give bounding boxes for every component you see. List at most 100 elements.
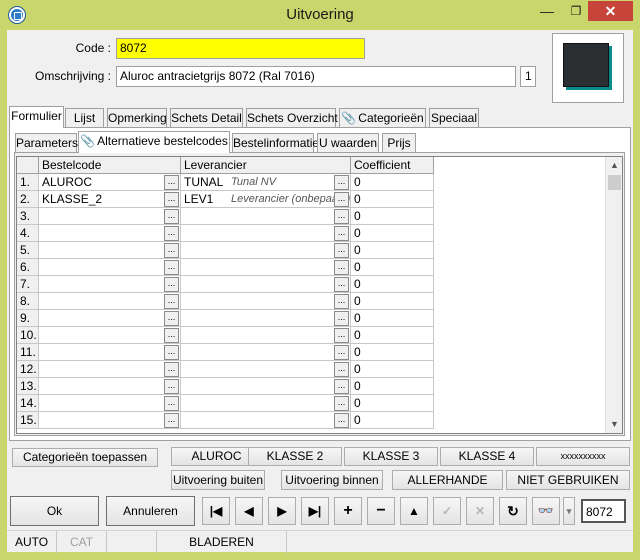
category-klasse4-button[interactable]: KLASSE 4 — [440, 447, 534, 466]
coefficient-cell[interactable]: 0 — [351, 259, 434, 276]
last-record-icon[interactable]: ▶| — [301, 497, 329, 525]
leverancier-cell[interactable] — [181, 395, 351, 412]
coefficient-cell[interactable]: 0 — [351, 191, 434, 208]
bestelcode-cell[interactable] — [39, 293, 181, 310]
coefficient-cell[interactable]: 0 — [351, 378, 434, 395]
record-search-input[interactable]: 8072 — [581, 499, 626, 523]
bestelcode-lookup-button[interactable]: ... — [164, 345, 179, 360]
category-niet-gebruiken-button[interactable]: NIET GEBRUIKEN — [506, 470, 630, 490]
leverancier-lookup-button[interactable]: ... — [334, 413, 349, 428]
bestelcode-cell[interactable] — [39, 344, 181, 361]
tab-formulier[interactable]: Formulier — [9, 106, 64, 128]
category-xxxx-button[interactable]: xxxxxxxxxx — [536, 447, 630, 466]
bestelcode-lookup-button[interactable]: ... — [164, 413, 179, 428]
coefficient-cell[interactable]: 0 — [351, 344, 434, 361]
leverancier-cell[interactable] — [181, 310, 351, 327]
subtab-alternatieve-bestelcodes[interactable]: 📎 Alternatieve bestelcodes — [78, 131, 230, 153]
bestelcode-cell[interactable] — [39, 412, 181, 429]
bestelcode-cell[interactable] — [39, 225, 181, 242]
column-header-coefficient[interactable]: Coefficient — [351, 157, 434, 174]
subtab-bestelinformatie[interactable]: Bestelinformatie — [232, 133, 319, 153]
post-record-icon[interactable]: ✓ — [433, 497, 461, 525]
bestelcode-cell[interactable] — [39, 208, 181, 225]
leverancier-cell[interactable] — [181, 327, 351, 344]
leverancier-lookup-button[interactable]: ... — [334, 345, 349, 360]
apply-categories-button[interactable]: Categorieën toepassen — [12, 448, 158, 467]
bestelcode-lookup-button[interactable]: ... — [164, 328, 179, 343]
subtab-parameters[interactable]: Parameters — [15, 133, 78, 153]
tab-speciaal[interactable]: Speciaal — [429, 108, 479, 128]
tab-categorieen[interactable]: 📎 Categorieën — [339, 108, 426, 128]
scroll-down-icon[interactable]: ▼ — [606, 416, 622, 433]
bestelcode-lookup-button[interactable]: ... — [164, 243, 179, 258]
search-dropdown-icon[interactable]: ▾ — [563, 497, 575, 525]
cancel-button[interactable]: Annuleren — [106, 496, 195, 526]
leverancier-cell[interactable] — [181, 208, 351, 225]
refresh-icon[interactable]: ↻ — [499, 497, 527, 525]
leverancier-cell[interactable]: LEV1 Leverancier (onbepaald) — [181, 191, 351, 208]
bestelcode-lookup-button[interactable]: ... — [164, 396, 179, 411]
maximize-button[interactable]: ❐ — [562, 1, 590, 21]
next-record-icon[interactable]: ▶ — [268, 497, 296, 525]
vertical-scrollbar[interactable]: ▲ ▼ — [605, 157, 622, 433]
scroll-thumb[interactable] — [608, 175, 621, 190]
category-klasse2-button[interactable]: KLASSE 2 — [248, 447, 342, 466]
leverancier-cell[interactable] — [181, 378, 351, 395]
bestelcode-cell[interactable] — [39, 327, 181, 344]
subtab-prijs[interactable]: Prijs — [382, 133, 416, 153]
tab-schets-detail[interactable]: Schets Detail — [170, 108, 243, 128]
leverancier-cell[interactable] — [181, 412, 351, 429]
coefficient-cell[interactable]: 0 — [351, 225, 434, 242]
bestelcode-lookup-button[interactable]: ... — [164, 192, 179, 207]
bestelcode-lookup-button[interactable]: ... — [164, 209, 179, 224]
bestelcode-lookup-button[interactable]: ... — [164, 260, 179, 275]
bestelcode-lookup-button[interactable]: ... — [164, 277, 179, 292]
category-allerhande-button[interactable]: ALLERHANDE — [392, 470, 503, 490]
leverancier-lookup-button[interactable]: ... — [334, 328, 349, 343]
bestelcode-cell[interactable]: ALUROC — [39, 174, 181, 191]
leverancier-cell[interactable] — [181, 344, 351, 361]
leverancier-lookup-button[interactable]: ... — [334, 311, 349, 326]
leverancier-cell[interactable] — [181, 225, 351, 242]
tab-opmerking[interactable]: Opmerking — [107, 108, 167, 128]
coefficient-cell[interactable]: 0 — [351, 327, 434, 344]
bestelcode-cell[interactable] — [39, 378, 181, 395]
title-bar[interactable]: Uitvoering — ❐ ✕ — [0, 0, 640, 30]
bestelcode-lookup-button[interactable]: ... — [164, 311, 179, 326]
bestelcode-lookup-button[interactable]: ... — [164, 226, 179, 241]
category-klasse3-button[interactable]: KLASSE 3 — [344, 447, 438, 466]
tab-lijst[interactable]: Lijst — [65, 108, 104, 128]
coefficient-cell[interactable]: 0 — [351, 276, 434, 293]
scroll-up-icon[interactable]: ▲ — [606, 157, 622, 174]
leverancier-cell[interactable] — [181, 361, 351, 378]
coefficient-cell[interactable]: 0 — [351, 174, 434, 191]
cancel-edit-icon[interactable]: ✕ — [466, 497, 494, 525]
leverancier-lookup-button[interactable]: ... — [334, 260, 349, 275]
leverancier-lookup-button[interactable]: ... — [334, 277, 349, 292]
search-binoculars-icon[interactable]: 👓 — [532, 497, 560, 525]
bestelcode-lookup-button[interactable]: ... — [164, 294, 179, 309]
ok-button[interactable]: Ok — [10, 496, 99, 526]
bestelcode-cell[interactable] — [39, 276, 181, 293]
description-input[interactable]: Aluroc antracietgrijs 8072 (Ral 7016) — [116, 66, 516, 87]
bestelcode-lookup-button[interactable]: ... — [164, 175, 179, 190]
coefficient-cell[interactable]: 0 — [351, 395, 434, 412]
close-button[interactable]: ✕ — [588, 1, 633, 21]
leverancier-lookup-button[interactable]: ... — [334, 226, 349, 241]
leverancier-lookup-button[interactable]: ... — [334, 175, 349, 190]
coefficient-cell[interactable]: 0 — [351, 361, 434, 378]
bestelcodes-grid[interactable]: Bestelcode Leverancier Coefficient 1. ALU… — [16, 156, 623, 434]
first-record-icon[interactable]: |◀ — [202, 497, 230, 525]
leverancier-lookup-button[interactable]: ... — [334, 379, 349, 394]
coefficient-cell[interactable]: 0 — [351, 208, 434, 225]
bestelcode-cell[interactable] — [39, 361, 181, 378]
bestelcode-lookup-button[interactable]: ... — [164, 379, 179, 394]
edit-record-icon[interactable]: ▲ — [400, 497, 428, 525]
bestelcode-cell[interactable] — [39, 310, 181, 327]
code-input[interactable]: 8072 — [116, 38, 365, 59]
add-record-icon[interactable]: + — [334, 497, 362, 525]
minimize-button[interactable]: — — [533, 1, 561, 21]
leverancier-lookup-button[interactable]: ... — [334, 396, 349, 411]
leverancier-lookup-button[interactable]: ... — [334, 209, 349, 224]
coefficient-cell[interactable]: 0 — [351, 242, 434, 259]
